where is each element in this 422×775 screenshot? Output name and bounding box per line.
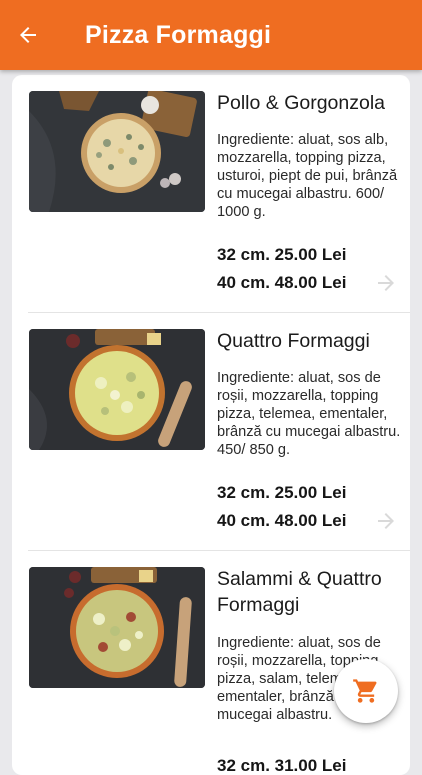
product-description: Ingrediente: aluat, sos alb, mozzarella,…	[217, 132, 398, 220]
shopping-cart-icon	[353, 679, 377, 703]
product-image-quattro-formaggi	[29, 329, 205, 450]
page-title: Pizza Formaggi	[85, 21, 272, 49]
product-name: Salammi & Quattro Formaggi	[217, 568, 382, 616]
product-image-pollo-gorgonzola	[29, 91, 205, 212]
arrow-right-icon[interactable]	[374, 271, 398, 295]
product-name: Quattro Formaggi	[217, 330, 370, 352]
price-40cm: 40 cm. 48.00 Lei	[217, 273, 347, 292]
product-image-salammi-quattro-formaggi	[29, 567, 205, 688]
arrow-right-icon[interactable]	[374, 509, 398, 533]
back-button[interactable]	[12, 19, 44, 51]
price-32cm: 32 cm. 25.00 Lei	[217, 483, 347, 502]
app-bar: Pizza Formaggi	[0, 0, 422, 70]
price-32cm: 32 cm. 31.00 Lei	[217, 756, 347, 775]
product-item[interactable]: Quattro Formaggi Ingrediente: aluat, sos…	[12, 313, 410, 551]
product-name: Pollo & Gorgonzola	[217, 92, 386, 114]
cart-fab-button[interactable]	[334, 659, 398, 723]
product-description: Ingrediente: aluat, sos de roșii, mozzar…	[217, 370, 401, 458]
price-40cm: 40 cm. 48.00 Lei	[217, 511, 347, 530]
arrow-left-icon	[20, 27, 36, 43]
product-item[interactable]: Pollo & Gorgonzola Ingrediente: aluat, s…	[12, 75, 410, 313]
price-32cm: 32 cm. 25.00 Lei	[217, 245, 347, 264]
